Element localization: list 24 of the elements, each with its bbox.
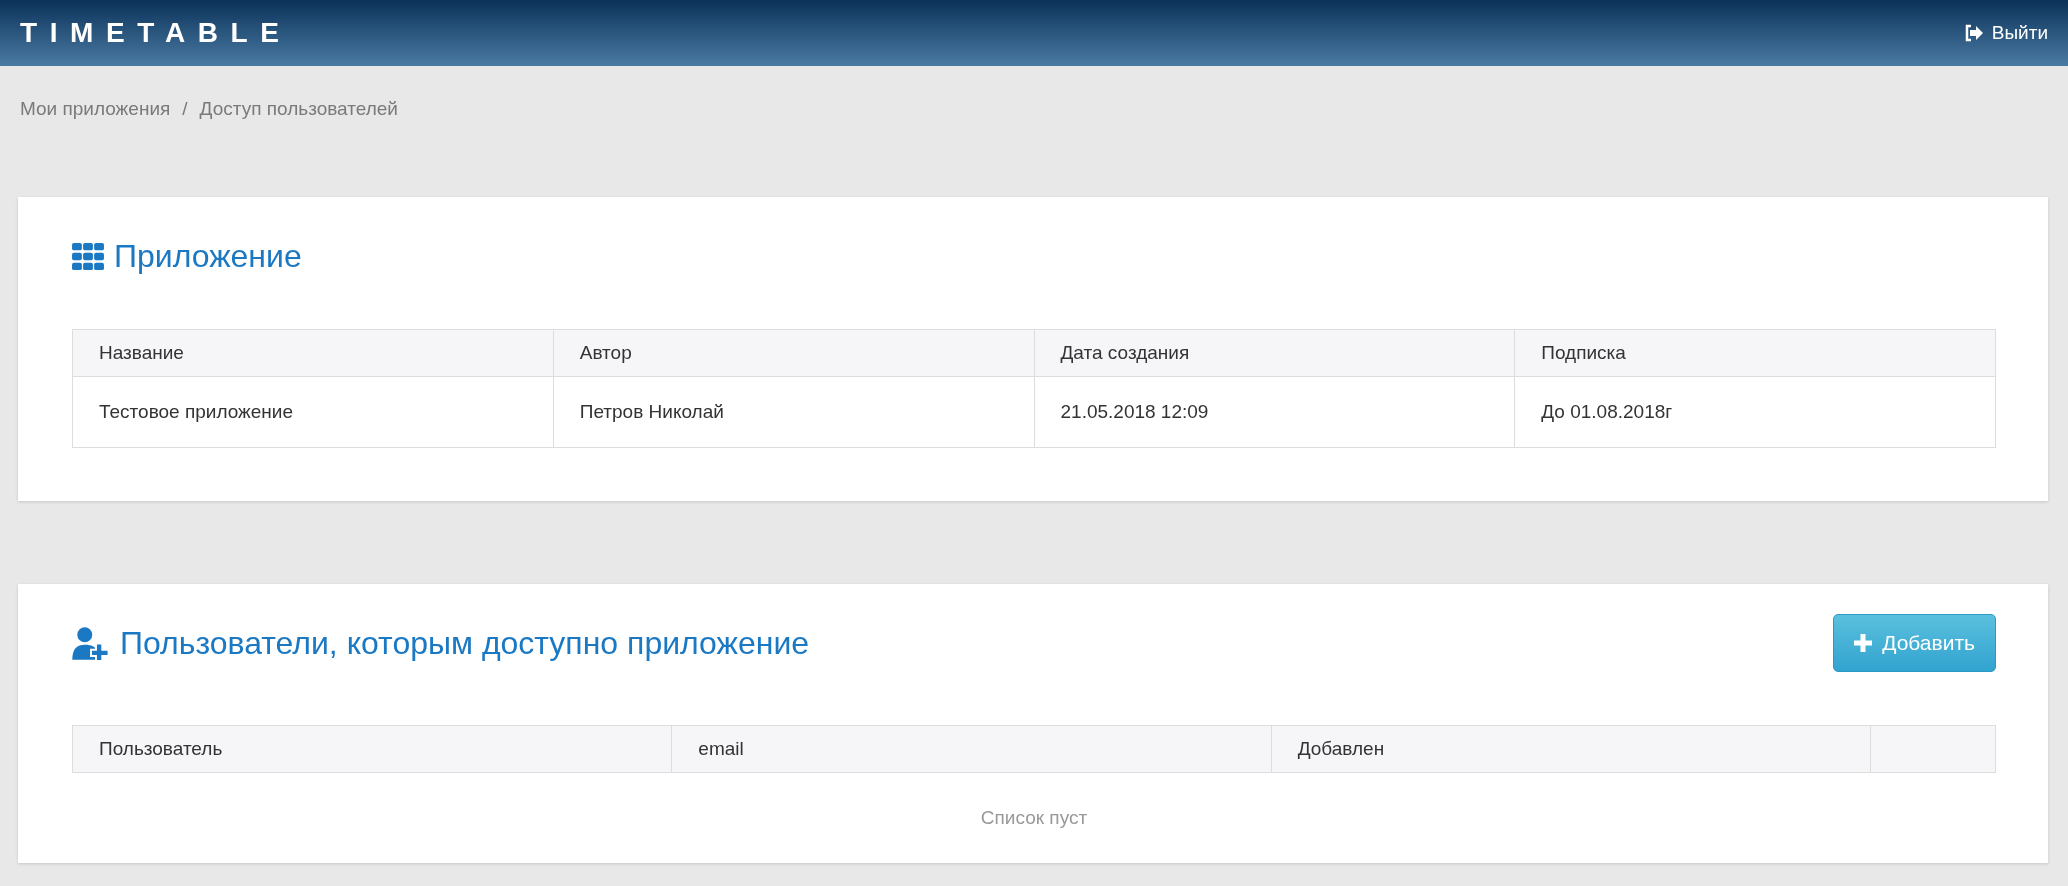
grid-icon	[72, 242, 104, 270]
app-logo: TIMETABLE	[20, 17, 292, 49]
logout-icon	[1963, 24, 1984, 42]
column-header: Пользователь	[72, 725, 672, 773]
column-header: Автор	[553, 329, 1034, 377]
section-title: Приложение	[114, 237, 302, 275]
table-cell: Тестовое приложение	[72, 376, 554, 448]
table-cell: Петров Николай	[553, 376, 1034, 448]
breadcrumb-separator: /	[182, 98, 188, 121]
breadcrumb-link[interactable]: Доступ пользователей	[199, 98, 398, 126]
table-cell: До 01.08.2018г	[1514, 376, 1996, 448]
plus-icon	[1854, 634, 1873, 652]
empty-list-text: Список пуст	[980, 807, 1088, 828]
column-header: email	[671, 725, 1272, 773]
logout-link[interactable]: Выйти	[1963, 22, 2048, 44]
column-header: Подписка	[1514, 329, 1996, 377]
table-cell: 21.05.2018 12:09	[1034, 376, 1515, 448]
section-title: Пользователи, которым доступно приложение	[120, 624, 810, 662]
column-header: Добавлен	[1271, 725, 1871, 773]
add-button[interactable]: Добавить	[1833, 614, 1996, 672]
column-header: Название	[72, 329, 554, 377]
breadcrumb-link[interactable]: Мои приложения	[20, 98, 171, 126]
add-user-icon	[72, 625, 110, 661]
column-header: Дата создания	[1034, 329, 1515, 377]
